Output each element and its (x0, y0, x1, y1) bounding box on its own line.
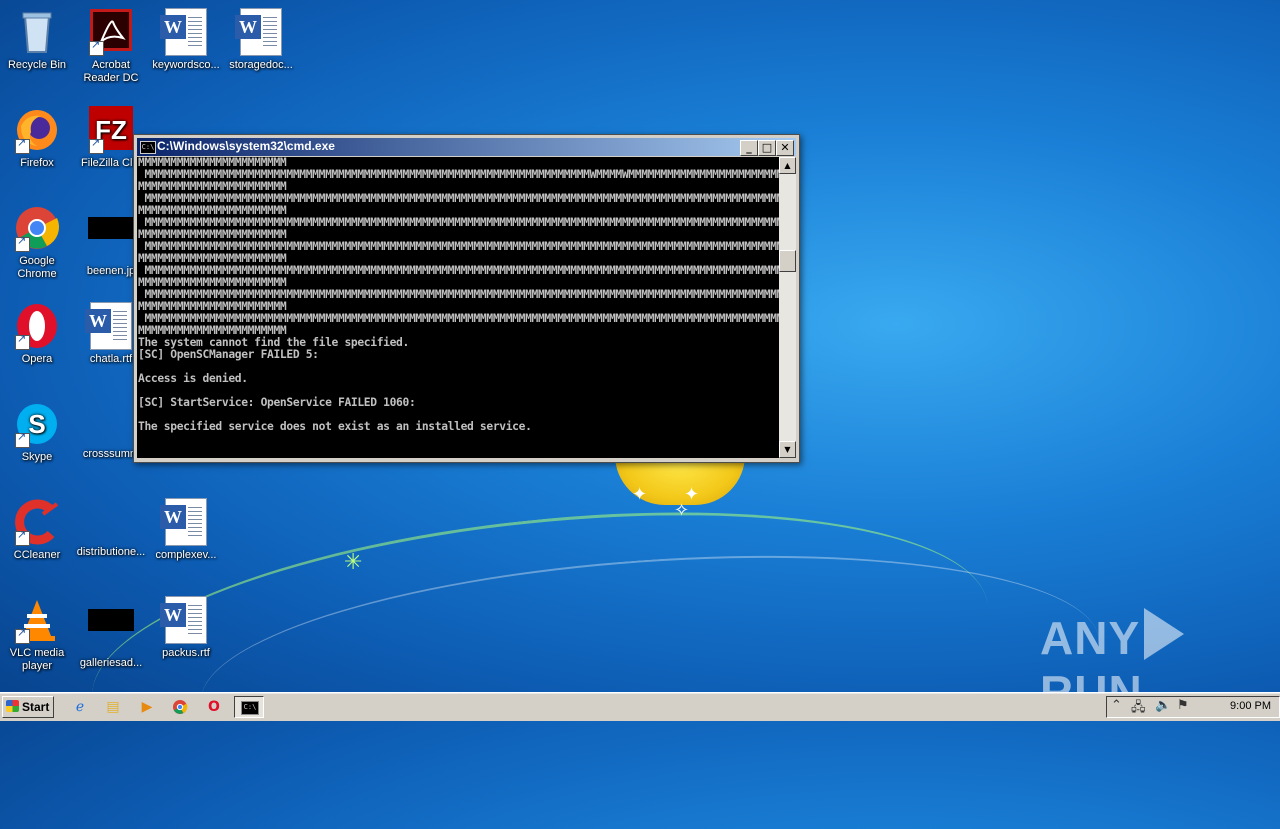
desktop-icon-label: CCleaner (13, 549, 61, 561)
desktop-icon-acrobat[interactable]: Acrobat Reader DC (74, 8, 148, 85)
opera-icon[interactable]: O (204, 697, 224, 717)
desktop-icon-label: Acrobat Reader DC (83, 59, 139, 84)
desktop-icon-label: complexev... (155, 549, 217, 561)
word-doc-icon: W (235, 8, 285, 56)
cmd-icon: C:\ (140, 141, 156, 154)
desktop-icon-label: keywordsco... (152, 59, 220, 71)
desktop-icon-packus[interactable]: W packus.rtf (149, 596, 223, 660)
desktop-icon-label: Skype (21, 451, 53, 463)
scroll-down-button[interactable]: ▼ (779, 441, 796, 458)
volume-icon[interactable]: 🔈 (1155, 698, 1171, 713)
desktop-icon-label: galleriesad... (79, 657, 143, 669)
sparkle-icon: ✦ (632, 484, 648, 505)
opera-icon (13, 302, 61, 350)
desktop-icon-distributione[interactable]: distributione... (74, 498, 148, 559)
play-icon (1144, 608, 1185, 660)
windows-logo-icon (6, 700, 19, 712)
action-center-flag-icon[interactable]: ⚑ (1177, 698, 1189, 713)
filezilla-icon: FZ (87, 106, 135, 154)
acrobat-icon (87, 8, 135, 56)
watermark-left-text: ANY (1040, 612, 1141, 664)
show-hidden-icons-icon[interactable]: ⌃ (1111, 698, 1122, 713)
sparkle-icon: ✧ (674, 500, 690, 521)
cmd-window[interactable]: C:\ C:\Windows\system32\cmd.exe _ □ ✕ MM… (133, 134, 800, 463)
desktop-icon-recycle-bin[interactable]: Recycle Bin (0, 8, 74, 72)
minimize-button[interactable]: _ (740, 140, 758, 156)
word-doc-icon: W (160, 8, 210, 56)
desktop-icon-opera[interactable]: Opera (0, 302, 74, 366)
desktop-icon-galleriesad[interactable]: galleriesad... (74, 596, 148, 670)
network-icon[interactable]: 🖧 (1131, 698, 1146, 720)
svg-text:S: S (28, 409, 45, 439)
sparkle-icon: ✳ (344, 550, 363, 575)
chrome-icon[interactable] (170, 697, 190, 717)
firefox-icon (13, 106, 61, 154)
ccleaner-icon (13, 498, 61, 546)
desktop-icon-keywordsco[interactable]: W keywordsco... (149, 8, 223, 72)
recycle-bin-icon (13, 8, 61, 56)
desktop-icon-label: Opera (21, 353, 53, 365)
desktop-icon-storagedoc[interactable]: W storagedoc... (224, 8, 298, 72)
desktop-icon-label: distributione... (76, 546, 146, 558)
image-file-icon (88, 217, 134, 265)
console-output[interactable]: MMMMMMMMMMMMMMMMMMMMMMM MMMMMMMMMMMMMMMM… (137, 157, 779, 458)
desktop-icon-label: VLC media player (9, 647, 65, 672)
desktop-icon-chrome[interactable]: Google Chrome (0, 204, 74, 281)
word-doc-icon: W (85, 302, 135, 350)
window-titlebar[interactable]: C:\ C:\Windows\system32\cmd.exe _ □ ✕ (137, 138, 796, 156)
maximize-button[interactable]: □ (758, 140, 776, 156)
word-doc-icon: W (160, 596, 210, 644)
image-file-icon (88, 609, 134, 657)
desktop-icon-complexev[interactable]: W complexev... (149, 498, 223, 562)
desktop-icon-skype[interactable]: S Skype (0, 400, 74, 464)
desktop-icon-label: packus.rtf (162, 647, 210, 659)
scroll-thumb[interactable] (779, 250, 796, 272)
taskbar-cmd-button[interactable]: C:\ (234, 696, 264, 718)
chrome-icon (13, 204, 61, 252)
desktop-icon-label: Recycle Bin (7, 59, 67, 71)
word-doc-icon: W (160, 498, 210, 546)
desktop-icon-firefox[interactable]: Firefox (0, 106, 74, 170)
close-button[interactable]: ✕ (776, 140, 794, 156)
file-icon (88, 498, 134, 546)
start-button[interactable]: Start (2, 696, 54, 718)
scroll-up-button[interactable]: ▲ (779, 157, 796, 174)
ie-icon[interactable]: ℯ (70, 697, 90, 717)
vlc-icon (13, 596, 61, 644)
window-title: C:\Windows\system32\cmd.exe (157, 139, 335, 153)
skype-icon: S (13, 400, 61, 448)
system-tray: ⌃ 🖧 🔈 ⚑ 9:00 PM (1106, 696, 1280, 718)
vertical-scrollbar[interactable]: ▲ ▼ (779, 157, 796, 458)
desktop-icon-vlc[interactable]: VLC media player (0, 596, 74, 673)
file-icon (88, 400, 134, 448)
desktop-icon-label: Google Chrome (17, 255, 57, 280)
desktop-icon-label: Firefox (20, 157, 54, 169)
desktop-icon-ccleaner[interactable]: CCleaner (0, 498, 74, 562)
desktop-icon-label: storagedoc... (229, 59, 293, 71)
taskbar: Start ℯ ▤ ▶ O C:\ ⌃ 🖧 🔈 ⚑ 9:00 PM (0, 692, 1280, 721)
clock[interactable]: 9:00 PM (1230, 700, 1271, 712)
start-label: Start (22, 700, 50, 714)
cmd-icon: C:\ (241, 701, 259, 715)
media-player-icon[interactable]: ▶ (137, 697, 157, 717)
console-text: MMMMMMMMMMMMMMMMMMMMMMM MMMMMMMMMMMMMMMM… (138, 157, 779, 433)
explorer-icon[interactable]: ▤ (103, 697, 123, 717)
